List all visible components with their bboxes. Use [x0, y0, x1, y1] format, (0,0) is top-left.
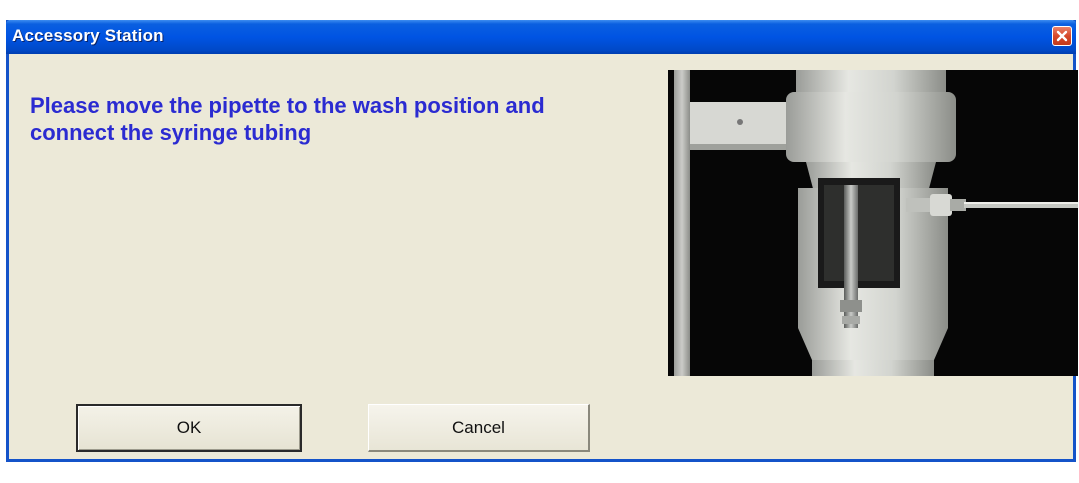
ok-button[interactable]: OK	[76, 404, 302, 452]
cancel-button-label: Cancel	[452, 417, 505, 437]
title-bar[interactable]: Accessory Station	[6, 20, 1076, 54]
pipette-wash-station-photo	[668, 70, 1078, 376]
close-button[interactable]	[1052, 26, 1072, 46]
close-icon	[1056, 30, 1068, 42]
cancel-button[interactable]: Cancel	[368, 404, 590, 452]
pipette-illustration	[668, 70, 1078, 376]
window-title: Accessory Station	[12, 26, 164, 45]
instruction-message: Please move the pipette to the wash posi…	[30, 93, 545, 145]
ok-button-label: OK	[176, 418, 202, 437]
